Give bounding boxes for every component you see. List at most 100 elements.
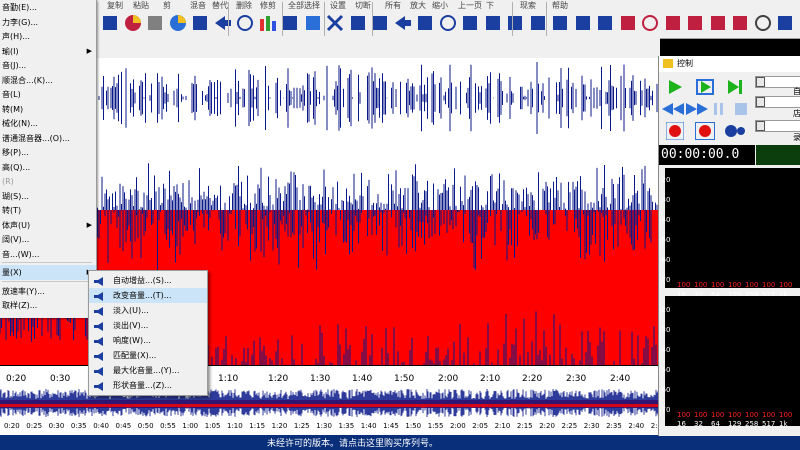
- marker-icon[interactable]: [483, 12, 503, 34]
- settings-icon[interactable]: [280, 12, 300, 34]
- tag2-icon[interactable]: [685, 12, 705, 34]
- toolbar-label-9: 切断: [355, 1, 371, 10]
- menu-item-label: 谱通混音器...(O)...: [2, 133, 70, 143]
- menu-item-18[interactable]: 量(X)▶: [0, 265, 96, 280]
- menu-item-9[interactable]: 谱通混音器...(O)...: [0, 131, 96, 146]
- menu-separator: [2, 262, 92, 263]
- menu-item-label: 移(P)...: [2, 148, 29, 157]
- help-icon[interactable]: [460, 12, 480, 34]
- next-icon[interactable]: [415, 12, 435, 34]
- clock-icon[interactable]: [753, 12, 773, 34]
- menu-item-12[interactable]: (R): [0, 174, 96, 189]
- eq-icon[interactable]: [573, 12, 593, 34]
- volume-icon[interactable]: [505, 12, 525, 34]
- replace-icon[interactable]: [190, 12, 210, 34]
- zoom-all-icon[interactable]: [325, 12, 345, 34]
- stop-icon[interactable]: [733, 101, 749, 117]
- menu-item-14[interactable]: 转(T): [0, 203, 96, 218]
- silence-icon[interactable]: [303, 12, 323, 34]
- stop-red-icon[interactable]: [640, 12, 660, 34]
- menu-item-15[interactable]: 体声(U) ▶: [0, 218, 96, 233]
- pause-icon[interactable]: [711, 101, 727, 117]
- vol-up-icon[interactable]: [708, 12, 728, 34]
- delete-icon[interactable]: [213, 12, 233, 34]
- mix-icon[interactable]: [168, 12, 188, 34]
- record-loop-icon[interactable]: [693, 120, 717, 142]
- marker2-icon[interactable]: [730, 12, 750, 34]
- play-icon-tb[interactable]: [775, 12, 795, 34]
- submenu-item-3[interactable]: 淡出(V)...: [89, 318, 207, 333]
- timeline-tick: 0:30: [50, 374, 71, 384]
- waveform-view[interactable]: [96, 58, 658, 210]
- menu-item-2[interactable]: 声(H)...: [0, 29, 96, 44]
- arrow-up-icon[interactable]: [595, 12, 615, 34]
- speed-icon[interactable]: [618, 12, 638, 34]
- select-all-icon[interactable]: [258, 12, 278, 34]
- menu-item-label: 音勤(E)...: [2, 3, 37, 12]
- menu-item-11[interactable]: 高(Q)...: [0, 160, 96, 175]
- control-panel: 控制 自 店 录 00:00:00.0 -20 -30 -40 -50 -60 -70 10…: [658, 56, 800, 436]
- copy-icon[interactable]: [100, 12, 120, 34]
- zoom-in-icon[interactable]: [348, 12, 368, 34]
- menu-item-0[interactable]: 音勤(E)...: [0, 0, 96, 15]
- status-text[interactable]: 未经许可的版本。请点击这里购买序列号。: [267, 436, 438, 449]
- menu-item-10[interactable]: 移(P)...: [0, 145, 96, 160]
- balance-slider[interactable]: [755, 96, 800, 108]
- submenu-item-5[interactable]: 匹配量(X)...: [89, 348, 207, 363]
- submenu-item-2[interactable]: 淡入(U)...: [89, 303, 207, 318]
- timeline-tick: 1:30: [310, 374, 331, 384]
- timeline-tick: 2:00: [438, 374, 459, 384]
- compress-icon[interactable]: [550, 12, 570, 34]
- fade-icon[interactable]: [528, 12, 548, 34]
- record-options-icon[interactable]: [723, 122, 747, 140]
- menu-item-20[interactable]: 取样(Z)...: [0, 298, 96, 313]
- overview-tick: 0:55: [160, 422, 176, 430]
- search-icon[interactable]: [438, 12, 458, 34]
- submenu-item-7[interactable]: 形状音量...(Z)...: [89, 378, 207, 393]
- peak-label: 100: [728, 281, 742, 289]
- menu-item-4[interactable]: 音(J)...: [0, 58, 96, 73]
- menu-item-6[interactable]: 音(L): [0, 87, 96, 102]
- record-icon[interactable]: [663, 120, 687, 142]
- paste-icon[interactable]: [123, 12, 143, 34]
- menu-item-5[interactable]: 顺混合...(K)...: [0, 73, 96, 88]
- control-title: 控制: [677, 59, 693, 68]
- submenu-item-6[interactable]: 最大化音量...(Y)...: [89, 363, 207, 378]
- submenu-item-1[interactable]: 改变音量...(T)...: [89, 288, 207, 303]
- menu-item-16[interactable]: 阔(V)...: [0, 232, 96, 247]
- submenu-item-4[interactable]: 响度(W)...: [89, 333, 207, 348]
- menu-item-7[interactable]: 转(M): [0, 102, 96, 117]
- menu-item-8[interactable]: 械化(N)...: [0, 116, 96, 131]
- peak-label: 100: [694, 411, 708, 419]
- tag-icon[interactable]: [663, 12, 683, 34]
- control-icon: [663, 59, 673, 68]
- play-icon[interactable]: [665, 76, 685, 98]
- overview-tick: 2:20: [539, 422, 555, 430]
- toolbar-label-4: 替代: [212, 1, 228, 10]
- overview-tick: 2:35: [606, 422, 622, 430]
- timeline-tick: 1:20: [268, 374, 289, 384]
- db-label: -50: [659, 236, 671, 244]
- waveform-upper-svg: [97, 62, 658, 210]
- peak-label: 100: [745, 411, 759, 419]
- db-label: -60: [659, 256, 671, 264]
- waveform-left-fragment[interactable]: [0, 318, 96, 365]
- rewind-icon[interactable]: [661, 101, 685, 117]
- submenu-item-0[interactable]: 自动增益...(S)...: [89, 273, 207, 288]
- trim-icon[interactable]: [235, 12, 255, 34]
- loop-play-icon[interactable]: [695, 76, 715, 98]
- prev-page-icon[interactable]: [393, 12, 413, 34]
- menu-item-13[interactable]: 瑚(S)...: [0, 189, 96, 204]
- toolbar-label-16: 帮助: [552, 1, 568, 10]
- status-bar[interactable]: 未经许可的版本。请点击这里购买序列号。: [0, 435, 800, 450]
- menu-item-17[interactable]: 音...(W)...: [0, 247, 96, 262]
- fast-forward-icon[interactable]: [685, 101, 709, 117]
- overview-tick: 2:00: [450, 422, 466, 430]
- play-to-end-icon[interactable]: [725, 76, 745, 98]
- menu-item-3[interactable]: 瑜(I) ▶: [0, 44, 96, 59]
- menu-item-19[interactable]: 放速率(Y)...: [0, 284, 96, 299]
- cut-icon[interactable]: [145, 12, 165, 34]
- menu-item-1[interactable]: 力李(G)...: [0, 15, 96, 30]
- zoom-out-icon[interactable]: [370, 12, 390, 34]
- speed-slider[interactable]: [755, 120, 800, 132]
